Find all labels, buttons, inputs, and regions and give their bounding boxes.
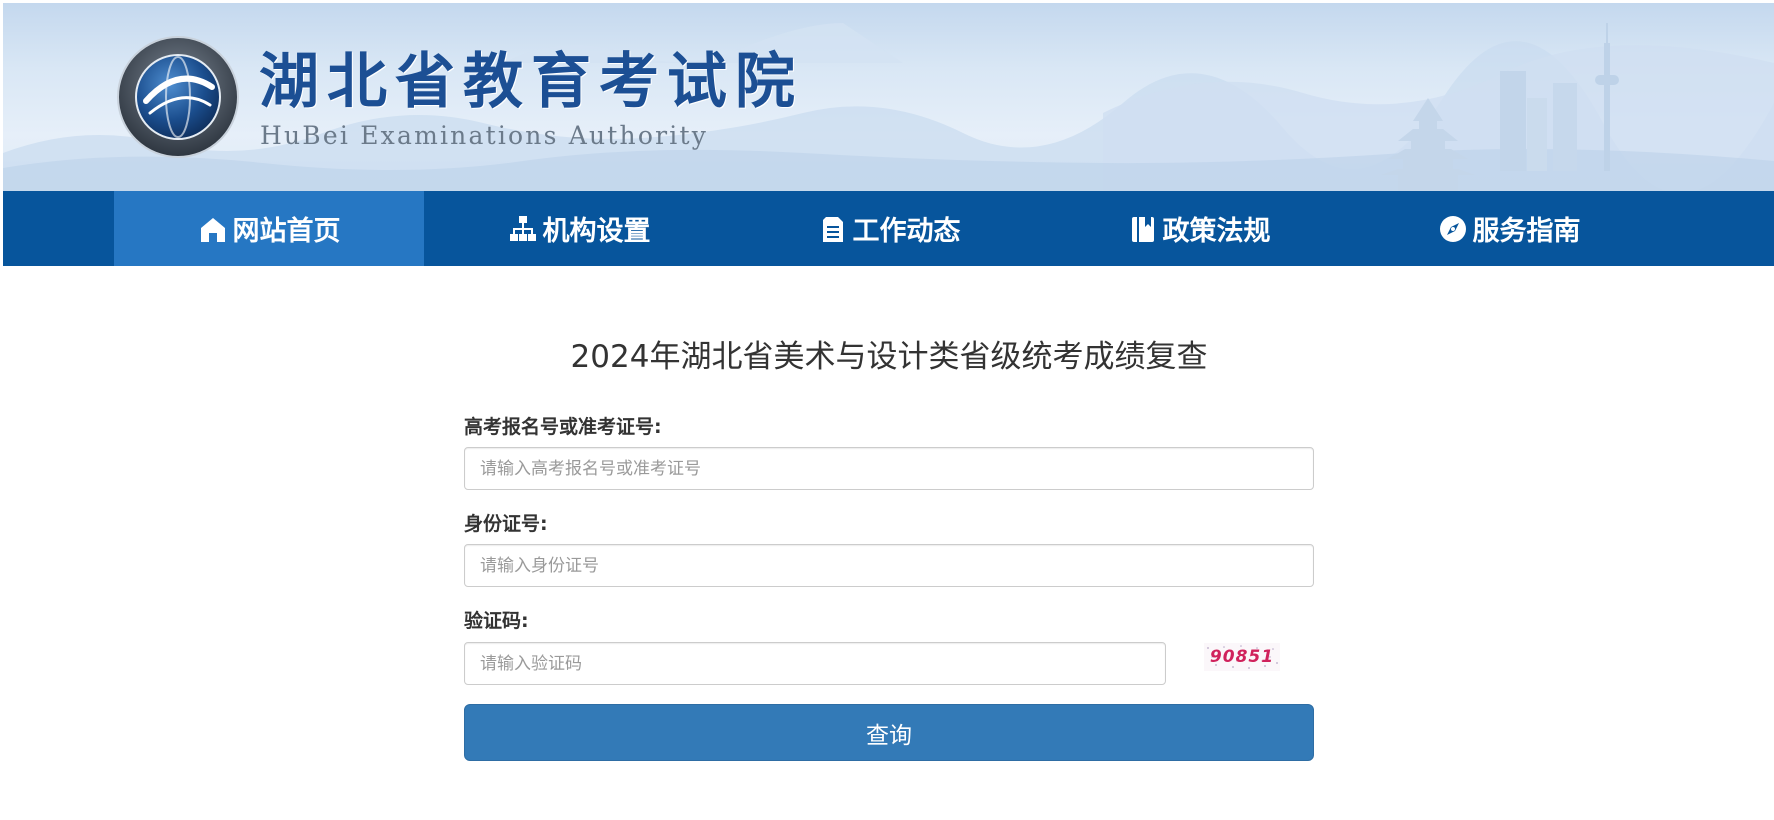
nav-item-service-guide[interactable]: 服务指南 bbox=[1354, 191, 1664, 266]
query-button[interactable]: 查询 bbox=[464, 704, 1314, 761]
header-banner: 湖北省教育考试院 HuBei Examinations Authority bbox=[3, 3, 1774, 191]
captcha-image[interactable]: 90851 bbox=[1204, 643, 1280, 671]
site-title-chinese: 湖北省教育考试院 bbox=[259, 47, 803, 117]
document-icon bbox=[818, 214, 848, 244]
form-title: 2024年湖北省美术与设计类省级统考成绩复查 bbox=[570, 339, 1208, 375]
captcha-code-text: 90851 bbox=[1209, 647, 1275, 667]
main-navigation: 网站首页 机构设置 工作动态 政策法规 服务指南 bbox=[3, 191, 1774, 266]
nav-item-label: 政策法规 bbox=[1162, 216, 1271, 247]
captcha-input[interactable] bbox=[464, 642, 1166, 685]
id-number-label: 身份证号: bbox=[464, 513, 548, 535]
captcha-label: 验证码: bbox=[464, 610, 529, 632]
registration-number-label: 高考报名号或准考证号: bbox=[464, 416, 662, 438]
home-icon bbox=[198, 214, 228, 244]
hbea-emblem-logo bbox=[117, 36, 239, 158]
page: 湖北省教育考试院 HuBei Examinations Authority 网站… bbox=[0, 0, 1774, 820]
nav-item-home[interactable]: 网站首页 bbox=[114, 191, 424, 266]
id-number-input[interactable] bbox=[464, 544, 1314, 587]
book-icon bbox=[1128, 214, 1158, 244]
site-title-english: HuBei Examinations Authority bbox=[260, 121, 709, 150]
registration-number-input[interactable] bbox=[464, 447, 1314, 490]
nav-item-organization[interactable]: 机构设置 bbox=[424, 191, 734, 266]
nav-item-news[interactable]: 工作动态 bbox=[734, 191, 1044, 266]
nav-item-label: 机构设置 bbox=[542, 216, 651, 247]
nav-item-label: 网站首页 bbox=[232, 216, 341, 247]
nav-item-label: 工作动态 bbox=[852, 216, 961, 247]
compass-icon bbox=[1438, 214, 1468, 244]
nav-item-label: 服务指南 bbox=[1472, 216, 1581, 247]
org-chart-icon bbox=[508, 214, 538, 244]
nav-item-policy[interactable]: 政策法规 bbox=[1044, 191, 1354, 266]
